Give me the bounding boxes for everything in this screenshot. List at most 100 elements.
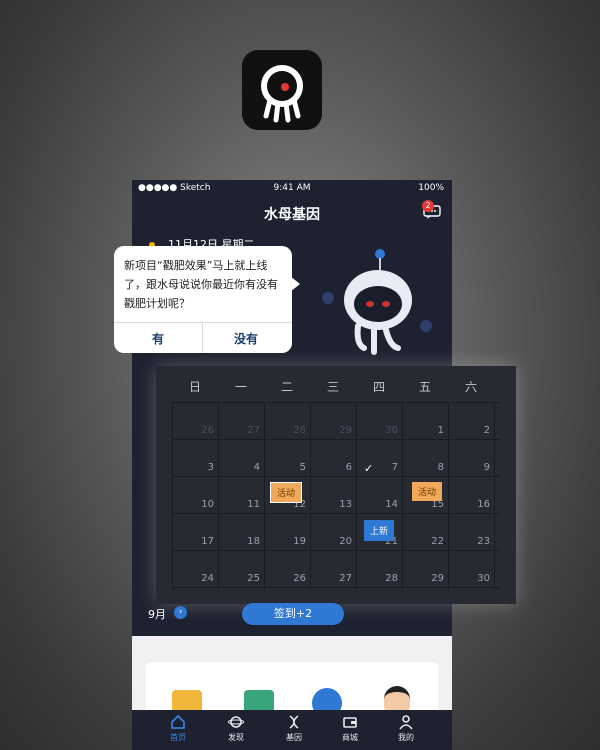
calendar-day[interactable]: 18 [218, 513, 264, 550]
calendar-day[interactable]: 22 [402, 513, 448, 550]
day-number: 28 [293, 425, 306, 436]
wallet-icon [343, 717, 357, 728]
calendar-day[interactable]: 14 [356, 476, 402, 513]
day-number: 20 [339, 536, 352, 547]
tab-shop[interactable]: 商城 [330, 714, 370, 743]
calendar-day[interactable]: 6 [310, 439, 356, 476]
activity-tag-12[interactable]: 活动 [270, 482, 303, 503]
calendar-day[interactable]: 25 [218, 550, 264, 587]
tab-home[interactable]: 首页 [158, 714, 198, 743]
day-number: 29 [431, 573, 444, 584]
calendar-day[interactable]: 16 [448, 476, 494, 513]
calendar-day[interactable]: 3 [172, 439, 218, 476]
grid-line [310, 402, 311, 590]
grid-line [264, 402, 265, 590]
calendar-day[interactable]: 30 [356, 402, 402, 439]
day-number: 18 [247, 536, 260, 547]
day-number: 8 [437, 462, 444, 473]
calendar-day[interactable]: 24 [172, 550, 218, 587]
day-number: 25 [247, 573, 260, 584]
day-number: 4 [253, 462, 260, 473]
calendar-day[interactable]: 26 [264, 550, 310, 587]
no-button[interactable]: 没有 [234, 330, 258, 347]
calendar-day[interactable]: 26 [172, 402, 218, 439]
profile-icon [399, 715, 413, 730]
home-icon [171, 714, 185, 729]
day-number: 11 [247, 499, 260, 510]
day-number: 16 [477, 499, 490, 510]
calendar-day[interactable]: 1 [402, 402, 448, 439]
grid-line [448, 402, 449, 590]
yes-button[interactable]: 有 [152, 330, 164, 347]
calendar-day[interactable]: 7 [356, 439, 402, 476]
chevron-right-icon[interactable]: › [174, 606, 187, 619]
app-logo-icon [242, 50, 322, 130]
day-number: 13 [339, 499, 352, 510]
day-number: 9 [483, 462, 490, 473]
grid-line [402, 402, 403, 590]
tab-label-me: 我的 [398, 733, 414, 742]
grid-line [218, 402, 219, 590]
weekday-fri: 五 [418, 380, 431, 394]
grid-line [172, 402, 173, 590]
day-number: 1 [437, 425, 444, 436]
calendar-day[interactable]: 11 [218, 476, 264, 513]
page-title: 水母基因 [264, 207, 320, 223]
weekday-sun: 日 [188, 380, 201, 394]
calendar-day[interactable]: 13 [310, 476, 356, 513]
grid-line [172, 402, 500, 403]
new-tag-21[interactable]: 上新 [364, 520, 395, 541]
bubble-vdivider [202, 322, 203, 353]
tab-label-home: 首页 [170, 733, 186, 742]
day-number: 27 [339, 573, 352, 584]
calendar-day[interactable]: 19 [264, 513, 310, 550]
calendar-day[interactable]: 30 [448, 550, 494, 587]
calendar-day[interactable]: 28 [356, 550, 402, 587]
bubble-tail [290, 276, 300, 292]
day-number: 10 [201, 499, 214, 510]
day-number: 24 [201, 573, 214, 584]
day-number: 6 [345, 462, 352, 473]
day-number: 14 [385, 499, 398, 510]
discover-icon [228, 716, 244, 728]
day-number: 30 [477, 573, 490, 584]
status-bar: ●●●●● Sketch 9:41 AM 100% [132, 180, 452, 196]
calendar-day[interactable]: 9 [448, 439, 494, 476]
calendar-day[interactable]: 5 [264, 439, 310, 476]
day-number: 7 [391, 462, 398, 473]
calendar-day[interactable]: 27 [218, 402, 264, 439]
calendar-day[interactable]: 23 [448, 513, 494, 550]
check-icon: ✓ [364, 462, 374, 475]
tab-discover[interactable]: 发现 [216, 714, 256, 743]
day-number: 22 [431, 536, 444, 547]
calendar-day[interactable]: 8 [402, 439, 448, 476]
tab-label-shop: 商城 [342, 733, 358, 742]
grid-line [172, 476, 500, 477]
month-label: 9月 [148, 608, 166, 621]
day-number: 23 [477, 536, 490, 547]
day-number: 3 [207, 462, 214, 473]
calendar-day[interactable]: 29 [402, 550, 448, 587]
status-time: 9:41 AM [273, 183, 311, 193]
weekday-mon: 一 [234, 380, 247, 394]
calendar-day[interactable]: 28 [264, 402, 310, 439]
activity-tag-15[interactable]: 活动 [412, 482, 443, 501]
grid-line [494, 402, 495, 590]
calendar-day[interactable]: 27 [310, 550, 356, 587]
sign-in-button[interactable]: 签到+2 [242, 603, 344, 625]
calendar-grid: 26 27 28 29 30 1 2 3 4 5 6 7 8 9 10 11 12 13 14 15 16 17 18 19 2… [172, 402, 500, 590]
calendar-day[interactable]: 17 [172, 513, 218, 550]
day-number: 28 [385, 573, 398, 584]
day-number: 17 [201, 536, 214, 547]
tab-me[interactable]: 我的 [386, 714, 426, 743]
calendar-day[interactable]: 4 [218, 439, 264, 476]
tab-label-discover: 发现 [228, 733, 244, 742]
tab-bar: 首页 发现 基因 商城 我的 [132, 710, 452, 750]
calendar-day[interactable]: 2 [448, 402, 494, 439]
message-badge: 2 [422, 200, 434, 212]
day-number: 26 [201, 425, 214, 436]
tab-gene[interactable]: 基因 [274, 714, 314, 743]
calendar-day[interactable]: 29 [310, 402, 356, 439]
calendar-day[interactable]: 20 [310, 513, 356, 550]
calendar-day[interactable]: 10 [172, 476, 218, 513]
